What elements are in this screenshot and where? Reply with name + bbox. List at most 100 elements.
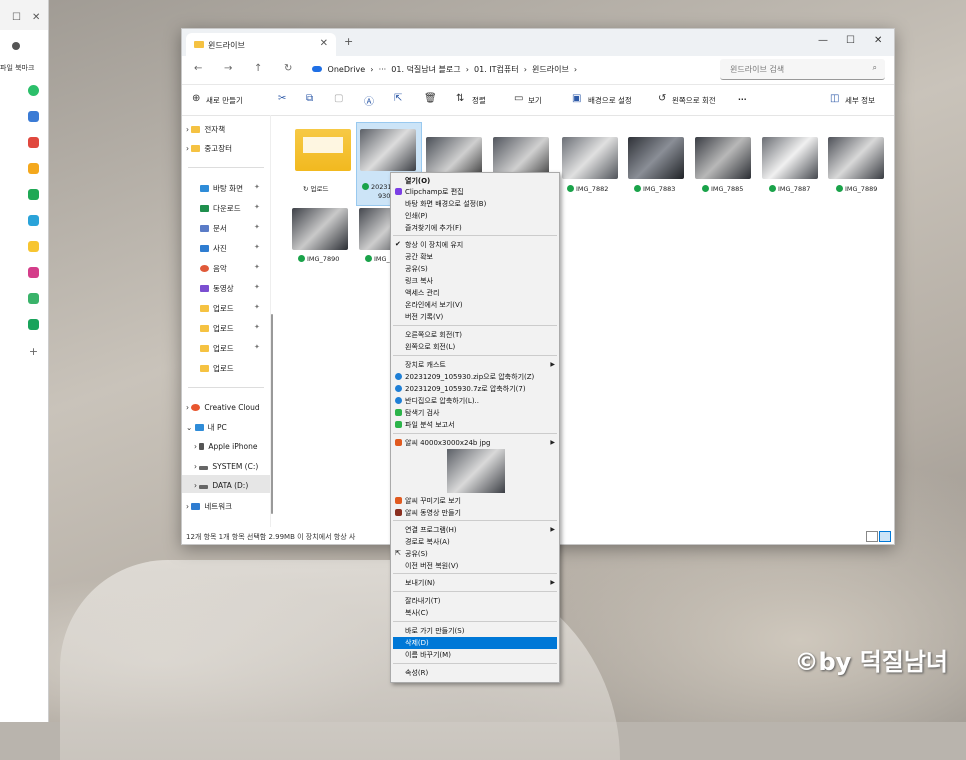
crumb-onedrive[interactable]: OneDrive xyxy=(328,65,366,74)
menu-item-restore[interactable]: 이전 버전 복원(V) xyxy=(405,561,458,571)
menu-item-create-shortcut[interactable]: 바로 가기 만들기(S) xyxy=(405,626,464,636)
app-icon[interactable] xyxy=(28,267,39,278)
file-item[interactable] xyxy=(295,129,351,171)
menu-item-print[interactable]: 인쇄(P) xyxy=(405,211,428,221)
file-item[interactable] xyxy=(292,208,348,250)
new-tab-button[interactable]: + xyxy=(344,35,353,48)
breadcrumb[interactable]: OneDrive › ··· 01. 덕질남녀 블로그 › 01. IT컴퓨터 … xyxy=(312,64,577,75)
sidebar-item-drive-c[interactable]: › SYSTEM (C:) xyxy=(194,462,258,471)
sidebar-item-ebook[interactable]: › 전자책 xyxy=(186,124,225,135)
menu-item-open-with[interactable]: 연결 프로그램(H) xyxy=(405,525,457,535)
menu-item-send-to[interactable]: 보내기(N) xyxy=(405,578,435,588)
app-icon[interactable] xyxy=(28,215,39,226)
sidebar-item-iphone[interactable]: › Apple iPhone xyxy=(194,442,257,451)
menu-item-favorite[interactable]: 즐겨찾기에 추가(F) xyxy=(405,223,462,233)
menu-item-properties[interactable]: 속성(R) xyxy=(405,668,428,678)
more-button[interactable]: ··· xyxy=(738,95,747,104)
file-item[interactable] xyxy=(695,137,751,179)
app-icon[interactable] xyxy=(28,241,39,252)
details-button[interactable]: 세부 정보 xyxy=(845,95,875,106)
app-icon[interactable] xyxy=(28,85,39,96)
app-icon[interactable] xyxy=(28,137,39,148)
close-icon[interactable]: ✕ xyxy=(32,12,40,23)
app-icon[interactable] xyxy=(28,319,39,330)
details-view-button[interactable] xyxy=(866,531,878,542)
menu-item-share[interactable]: 공유(S) xyxy=(405,264,428,274)
menu-item-set-background[interactable]: 바탕 화면 배경으로 설정(B) xyxy=(405,199,486,209)
minimize-button[interactable]: — xyxy=(818,35,828,46)
menu-item-copy[interactable]: 복사(C) xyxy=(405,608,428,618)
menu-item-scan[interactable]: 탐색기 검사 xyxy=(405,408,439,418)
crumb-ellipsis[interactable]: ··· xyxy=(379,65,387,74)
menu-item-zip[interactable]: 20231209_105930.zip으로 압축하기(Z) xyxy=(405,372,534,382)
profile-icon[interactable] xyxy=(12,42,20,50)
sidebar-item-downloads[interactable]: 다운로드 xyxy=(200,203,241,214)
sidebar-item-music[interactable]: 음악 xyxy=(200,263,227,274)
search-input[interactable]: 윈드라이브 검색 ⌕ xyxy=(720,59,885,80)
menu-item-rotate-left[interactable]: 왼쪽으로 회전(L) xyxy=(405,342,455,352)
maximize-icon[interactable]: ☐ xyxy=(12,12,21,23)
menu-item-rotate-right[interactable]: 오른쪽으로 회전(T) xyxy=(405,330,462,340)
menu-item-clipchamp[interactable]: Clipchamp로 편집 xyxy=(405,187,464,197)
menu-item-copy-link[interactable]: 링크 복사 xyxy=(405,276,433,286)
menu-item-7z[interactable]: 20231209_105930.7z로 압축하기(7) xyxy=(405,384,526,394)
cut-icon[interactable]: ✂ xyxy=(278,93,286,104)
sidebar-item-this-pc[interactable]: ⌄ 내 PC xyxy=(186,422,227,433)
menu-item-alsee-decorate[interactable]: 알씨 꾸미기로 보기 xyxy=(405,496,461,506)
menu-item-copy-path[interactable]: 경로로 복사(A) xyxy=(405,537,450,547)
menu-item-alsee[interactable]: 알씨 4000x3000x24b jpg xyxy=(405,438,490,448)
forward-button[interactable]: → xyxy=(224,63,232,74)
app-icon[interactable] xyxy=(28,189,39,200)
menu-item-open[interactable]: 열기(O) xyxy=(405,176,430,186)
menu-item-report[interactable]: 파일 분석 보고서 xyxy=(405,420,455,430)
menu-item-alsee-video[interactable]: 알씨 동영상 만들기 xyxy=(405,508,461,518)
file-item[interactable] xyxy=(628,137,684,179)
sort-button[interactable]: 정렬 xyxy=(472,95,486,106)
sidebar-item-market[interactable]: › 중고장터 xyxy=(186,143,232,154)
new-button[interactable]: 새로 만들기 xyxy=(206,95,243,106)
sidebar-item-drive-d[interactable]: › DATA (D:) xyxy=(194,481,248,490)
menu-item-cast[interactable]: 장치로 캐스트 xyxy=(405,360,446,370)
large-icons-view-button[interactable] xyxy=(879,531,891,542)
menu-item-keep-on-device[interactable]: 항상 이 장치에 유지 xyxy=(405,240,463,250)
sidebar-item-upload[interactable]: 업로드 xyxy=(200,363,234,374)
sidebar-item-documents[interactable]: 문서 xyxy=(200,223,227,234)
copy-icon[interactable]: ⧉ xyxy=(306,93,313,104)
refresh-button[interactable]: ↻ xyxy=(284,63,292,74)
menu-item-free-space[interactable]: 공간 확보 xyxy=(405,252,433,262)
set-background-button[interactable]: 배경으로 설정 xyxy=(588,95,632,106)
sidebar-item-network[interactable]: › 네트워크 xyxy=(186,501,232,512)
view-button[interactable]: 보기 xyxy=(528,95,542,106)
sidebar-item-creative-cloud[interactable]: › Creative Cloud xyxy=(186,403,260,412)
share-icon[interactable]: ⇱ xyxy=(394,93,402,104)
paste-icon[interactable]: ▢ xyxy=(334,93,343,104)
file-item[interactable] xyxy=(360,129,416,171)
close-button[interactable]: ✕ xyxy=(874,35,882,46)
sidebar-item-desktop[interactable]: 바탕 화면 xyxy=(200,183,243,194)
crumb-blog[interactable]: 01. 덕질남녀 블로그 xyxy=(391,65,460,74)
maximize-button[interactable]: ☐ xyxy=(846,35,855,46)
delete-icon[interactable]: 🗑 xyxy=(424,93,437,104)
menu-item-rename[interactable]: 이름 바꾸기(M) xyxy=(405,650,451,660)
file-item[interactable] xyxy=(762,137,818,179)
menu-item-cut[interactable]: 잘라내기(T) xyxy=(405,596,441,606)
back-button[interactable]: ← xyxy=(194,63,202,74)
crumb-it[interactable]: 01. IT컴퓨터 xyxy=(474,65,519,74)
file-item[interactable] xyxy=(562,137,618,179)
menu-item-bandizip[interactable]: 반디집으로 압축하기(L).. xyxy=(405,396,479,406)
close-icon[interactable]: ✕ xyxy=(320,38,328,49)
crumb-current[interactable]: 윈드라이브 xyxy=(532,65,569,74)
app-icon[interactable] xyxy=(28,111,39,122)
scrollbar[interactable] xyxy=(271,314,273,514)
add-icon[interactable]: + xyxy=(28,345,39,358)
sidebar-item-videos[interactable]: 동영상 xyxy=(200,283,234,294)
app-icon[interactable] xyxy=(28,163,39,174)
sidebar-item-upload[interactable]: 업로드 xyxy=(200,303,234,314)
menu-item-delete[interactable]: 삭제(D) xyxy=(405,638,429,648)
menu-item-view-online[interactable]: 온라인에서 보기(V) xyxy=(405,300,463,310)
sidebar-item-upload[interactable]: 업로드 xyxy=(200,343,234,354)
sidebar-item-upload[interactable]: 업로드 xyxy=(200,323,234,334)
menu-item-manage-access[interactable]: 액세스 관리 xyxy=(405,288,439,298)
up-button[interactable]: ↑ xyxy=(254,63,262,74)
menu-item-version-history[interactable]: 버전 기록(V) xyxy=(405,312,443,322)
